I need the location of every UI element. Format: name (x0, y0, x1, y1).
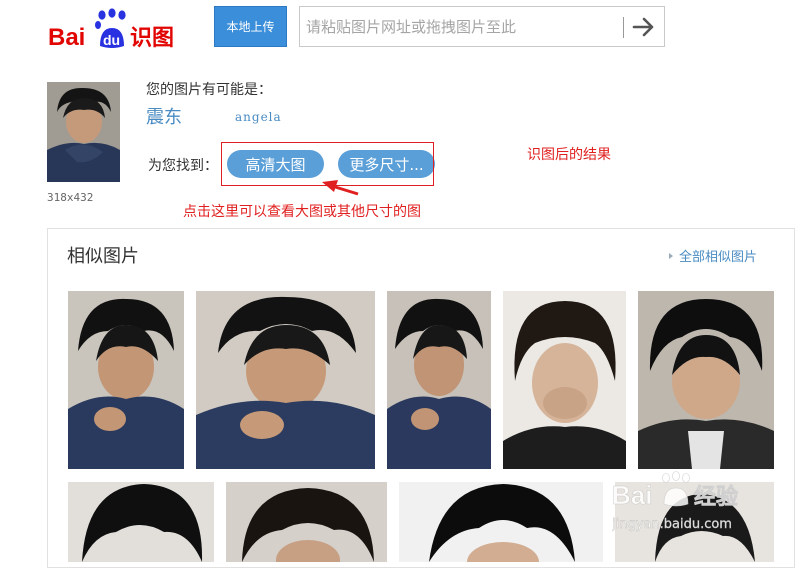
similar-image-5[interactable] (638, 291, 774, 469)
arrow-right-icon (632, 17, 654, 37)
watermark-brand: Bai (612, 480, 652, 510)
watermark-brand-cn: 经验 (694, 484, 738, 510)
watermark-url: jingyan.baidu.com (612, 517, 732, 532)
logo-graphic: Bai du 识图 (48, 8, 174, 51)
annotation-arrow-icon (318, 176, 360, 198)
image-url-input[interactable] (304, 15, 618, 39)
similar-image-7[interactable] (226, 482, 387, 562)
possible-match-heading: 您的图片有可能是： (146, 82, 272, 98)
watermark-paw-icon (662, 471, 690, 507)
guess-link-2[interactable]: angela (235, 110, 282, 124)
search-submit-button[interactable] (630, 15, 658, 39)
logo-bai-text: Bai (48, 24, 85, 50)
annotation-result-note: 识图后的结果 (527, 147, 611, 163)
logo-du-text: du (103, 32, 120, 48)
baidu-jingyan-watermark: Bai 经验 jingyan.baidu.com (611, 470, 752, 540)
image-url-search-box (299, 6, 665, 47)
baidu-shitu-logo[interactable]: Bai du 识图 (48, 6, 188, 51)
similar-image-2[interactable] (196, 291, 375, 469)
guess-link-1[interactable]: 震东 (146, 103, 182, 129)
search-divider (623, 17, 624, 38)
image-size-label: 318x432 (47, 191, 94, 204)
similar-image-6[interactable] (68, 482, 214, 562)
similar-image-3[interactable] (387, 291, 491, 469)
logo-suffix-text: 识图 (130, 26, 174, 50)
similar-image-8[interactable] (399, 482, 603, 562)
local-upload-button[interactable]: 本地上传 (214, 6, 287, 47)
annotation-click-note: 点击这里可以查看大图或其他尺寸的图 (183, 204, 421, 220)
found-label: 为您找到： (148, 158, 218, 174)
all-similar-images-label: 全部相似图片 (679, 250, 758, 265)
all-similar-images-link[interactable]: 全部相似图片 (669, 246, 757, 265)
caret-right-icon (669, 252, 673, 259)
similar-image-1[interactable] (68, 291, 184, 469)
query-image-thumbnail (47, 82, 120, 182)
similar-image-4[interactable] (503, 291, 626, 469)
similar-images-title: 相似图片 (67, 246, 139, 267)
